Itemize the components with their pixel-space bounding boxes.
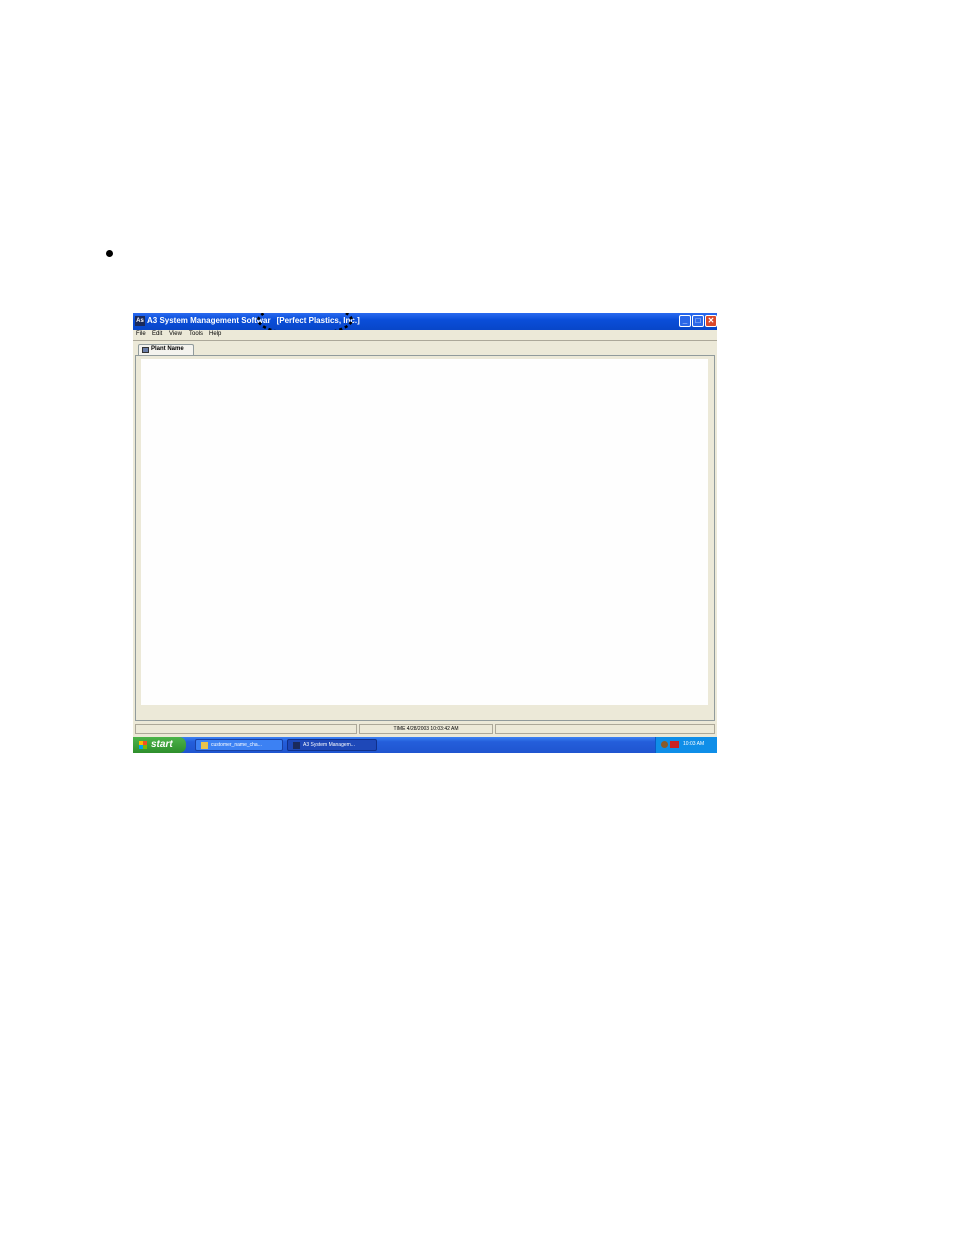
app-screenshot: As A3 System Management Softwar [Perfect … [133,313,717,753]
taskbar-item-document[interactable]: customer_name_cha... [195,739,283,751]
tab-label: Plant Name [151,346,184,352]
volume-icon[interactable] [661,741,668,748]
menu-edit[interactable]: Edit [152,331,162,337]
maximize-button[interactable]: □ [692,315,704,327]
title-bar[interactable]: As A3 System Management Softwar [Perfect … [133,313,717,330]
status-bar: TIME 4/28/2003 10:03:42 AM [135,724,715,734]
system-tray: 10:03 AM [655,737,717,753]
document-icon [201,742,208,749]
windows-flag-icon [139,741,147,749]
tab-plant-name[interactable]: Plant Name [138,344,194,355]
clock[interactable]: 10:03 AM [683,741,704,747]
plant-icon [142,347,149,353]
status-cell-left [135,724,357,734]
app-icon[interactable]: As [135,316,145,326]
taskbar-item-label: customer_name_cha... [211,742,262,748]
menu-file[interactable]: File [136,331,146,337]
menu-bar: File Edit View Tools Help [133,330,717,340]
window-title-app: A3 System Management Softwar [147,316,271,325]
status-time: TIME 4/28/2003 10:03:42 AM [359,724,493,734]
ati-icon[interactable] [670,741,679,748]
start-label: start [151,739,173,750]
menu-tools[interactable]: Tools [189,331,203,337]
start-button[interactable]: start [133,737,186,753]
taskbar-item-label: A3 System Managem... [303,742,355,748]
taskbar: start customer_name_cha... A3 System Man… [133,737,717,753]
menu-separator [133,340,717,341]
taskbar-item-a3[interactable]: A3 System Managem... [287,739,377,751]
content-area [141,359,708,705]
menu-view[interactable]: View [169,331,182,337]
minimize-button[interactable]: _ [679,315,691,327]
app-icon [293,742,300,749]
status-cell-right [495,724,715,734]
menu-help[interactable]: Help [209,331,221,337]
close-button[interactable]: ✕ [705,315,717,327]
bullet-point [106,250,113,257]
